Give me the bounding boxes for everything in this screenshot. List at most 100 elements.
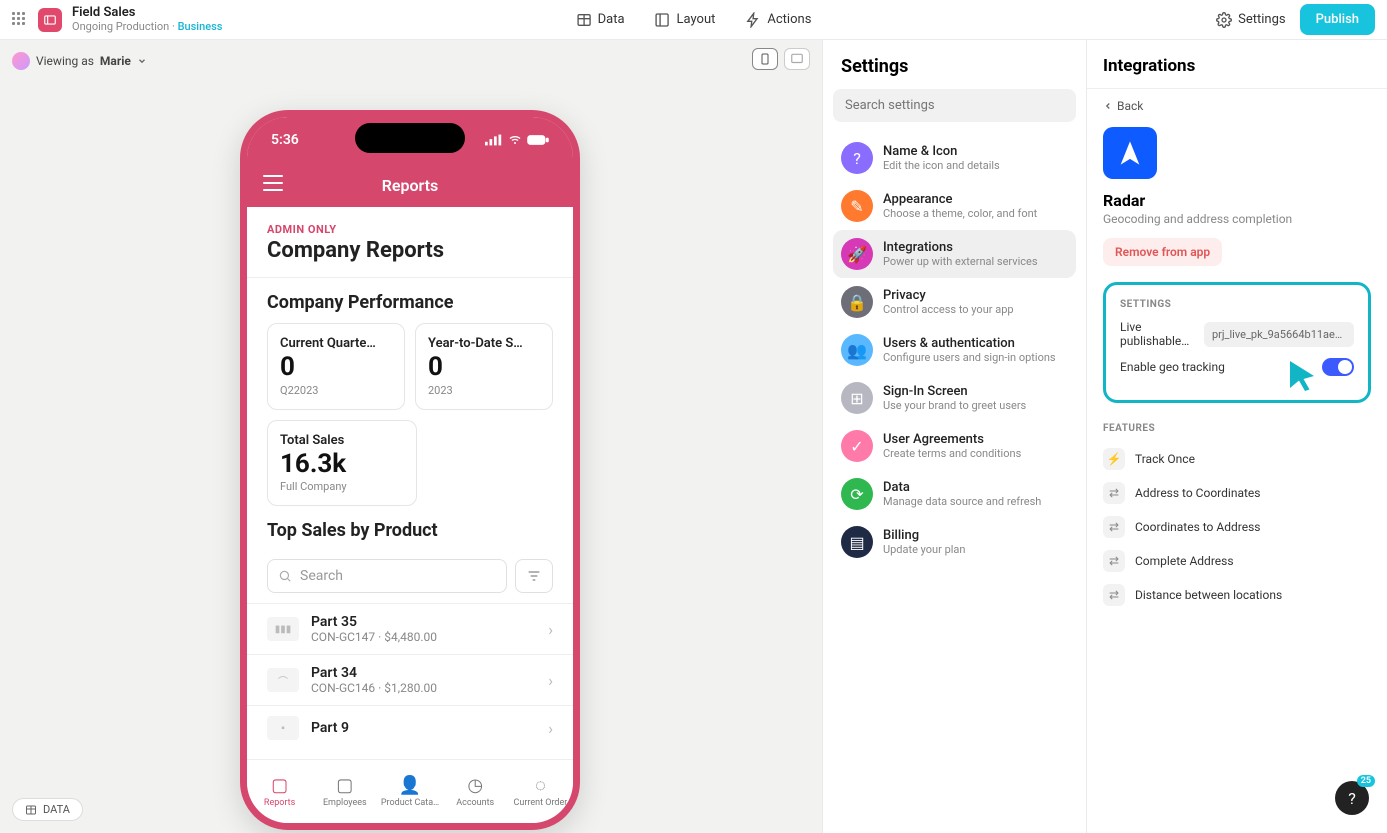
settings-item-desc: Create terms and conditions xyxy=(883,447,1021,460)
feature-item[interactable]: ⇄ Coordinates to Address xyxy=(1103,510,1371,544)
settings-item-name-icon[interactable]: ? Name & Icon Edit the icon and details xyxy=(833,134,1076,182)
list-item[interactable]: ▪ Part 9 › xyxy=(247,705,573,750)
tab-product-catalog[interactable]: 👤Product Cata… xyxy=(377,760,442,823)
settings-item-privacy[interactable]: 🔒 Privacy Control access to your app xyxy=(833,278,1076,326)
kpi-card[interactable]: Current Quarte… 0 Q22023 xyxy=(267,323,405,410)
integration-settings-box: SETTINGS Live publishable… prj_live_pk_9… xyxy=(1103,282,1371,403)
nav-layout[interactable]: Layout xyxy=(655,12,716,28)
settings-item-sign-in-screen[interactable]: ⊞ Sign-In Screen Use your brand to greet… xyxy=(833,374,1076,422)
settings-item-icon: 👥 xyxy=(841,334,873,366)
list-sub: CON-GC147 · $4,480.00 xyxy=(311,630,536,644)
avatar-icon xyxy=(12,52,30,70)
kpi-sub: 2023 xyxy=(428,384,540,397)
settings-item-title: Billing xyxy=(883,528,965,543)
order-icon: ◌ xyxy=(535,775,546,796)
apps-grid-icon[interactable] xyxy=(12,12,28,28)
nav-actions[interactable]: Actions xyxy=(745,12,811,28)
nav-data[interactable]: Data xyxy=(576,12,625,28)
signal-icon xyxy=(485,134,503,146)
tablet-icon xyxy=(789,52,805,66)
chevron-right-icon: › xyxy=(548,620,553,639)
list-item[interactable]: ▮▮▮ Part 35CON-GC147 · $4,480.00 › xyxy=(247,603,573,654)
back-button[interactable]: Back xyxy=(1103,99,1371,113)
viewing-as-chip[interactable]: Viewing as Marie xyxy=(12,52,147,70)
settings-item-billing[interactable]: ▤ Billing Update your plan xyxy=(833,518,1076,566)
admin-badge: ADMIN ONLY xyxy=(247,207,573,238)
kpi-card[interactable]: Year-to-Date S… 0 2023 xyxy=(415,323,553,410)
remove-button[interactable]: Remove from app xyxy=(1103,238,1222,266)
filter-button[interactable] xyxy=(515,559,553,593)
settings-item-appearance[interactable]: ✎ Appearance Choose a theme, color, and … xyxy=(833,182,1076,230)
settings-item-title: User Agreements xyxy=(883,432,1021,447)
feature-item[interactable]: ⚡Track Once xyxy=(1103,442,1371,476)
settings-item-desc: Power up with external services xyxy=(883,255,1038,268)
settings-link[interactable]: Settings xyxy=(1216,12,1285,28)
integration-desc: Geocoding and address completion xyxy=(1103,212,1371,226)
chevron-right-icon: › xyxy=(548,671,553,690)
notch-icon xyxy=(355,123,465,153)
kpi-card[interactable]: Total Sales 16.3k Full Company xyxy=(267,420,417,507)
publish-button[interactable]: Publish xyxy=(1300,4,1375,35)
tab-current-order[interactable]: ◌Current Order xyxy=(508,760,573,823)
accounts-icon: ◷ xyxy=(467,775,483,796)
feature-label: Coordinates to Address xyxy=(1135,520,1260,534)
settings-item-desc: Use your brand to greet users xyxy=(883,399,1026,412)
list-title: Part 9 xyxy=(311,720,536,736)
settings-item-title: Integrations xyxy=(883,240,1038,255)
settings-item-user-agreements[interactable]: ✓ User Agreements Create terms and condi… xyxy=(833,422,1076,470)
feature-item[interactable]: ⇄Distance between locations xyxy=(1103,578,1371,612)
catalog-icon: 👤 xyxy=(399,775,421,796)
feature-label: Complete Address xyxy=(1135,554,1234,568)
settings-heading: Settings xyxy=(833,56,1076,89)
data-pill-button[interactable]: DATA xyxy=(12,798,83,821)
feature-icon: ⇄ xyxy=(1103,550,1125,572)
settings-search-input[interactable] xyxy=(833,89,1076,122)
settings-item-desc: Configure users and sign-in options xyxy=(883,351,1056,364)
kpi-label: Current Quarte… xyxy=(280,336,392,351)
product-thumb-icon: ▮▮▮ xyxy=(267,617,299,641)
list-title: Part 34 xyxy=(311,665,536,681)
settings-sidebar: Settings ? Name & Icon Edit the icon and… xyxy=(822,40,1087,833)
app-title-block: Field Sales Ongoing Production · Busines… xyxy=(72,6,222,32)
feature-icon: ⇄ xyxy=(1103,516,1125,538)
settings-item-users-authentication[interactable]: 👥 Users & authentication Configure users… xyxy=(833,326,1076,374)
tab-employees[interactable]: ▢Employees xyxy=(312,760,377,823)
viewing-prefix: Viewing as xyxy=(36,54,94,68)
settings-section-label: SETTINGS xyxy=(1120,299,1354,310)
settings-item-icon: ▤ xyxy=(841,526,873,558)
search-input[interactable]: Search xyxy=(267,559,507,593)
settings-item-title: Sign-In Screen xyxy=(883,384,1026,399)
settings-item-data[interactable]: ⟳ Data Manage data source and refresh xyxy=(833,470,1076,518)
device-tablet-button[interactable] xyxy=(784,48,810,70)
filter-icon xyxy=(526,568,542,584)
settings-item-icon: ✎ xyxy=(841,190,873,222)
settings-item-icon: ✓ xyxy=(841,430,873,462)
gear-icon xyxy=(1216,12,1232,28)
layout-icon xyxy=(655,12,671,28)
product-thumb-icon: ⌒ xyxy=(267,668,299,692)
phone-tab-bar: ▢Reports ▢Employees 👤Product Cata… ◷Acco… xyxy=(247,759,573,823)
product-list: ▮▮▮ Part 35CON-GC147 · $4,480.00 › ⌒ Par… xyxy=(247,603,573,750)
settings-item-icon: ⊞ xyxy=(841,382,873,414)
list-item[interactable]: ⌒ Part 34CON-GC146 · $1,280.00 › xyxy=(247,654,573,705)
feature-icon: ⚡ xyxy=(1103,448,1125,470)
settings-item-integrations[interactable]: 🚀 Integrations Power up with external se… xyxy=(833,230,1076,278)
settings-item-title: Privacy xyxy=(883,288,1014,303)
device-phone-button[interactable] xyxy=(752,48,778,70)
help-button[interactable]: ? 25 xyxy=(1335,781,1369,815)
app-subtitle: Ongoing Production · Business xyxy=(72,21,222,33)
bolt-icon xyxy=(745,12,761,28)
app-logo-icon xyxy=(38,8,62,32)
feature-item[interactable]: ⇄Address to Coordinates xyxy=(1103,476,1371,510)
top-nav: Data Layout Actions xyxy=(576,12,812,28)
tab-reports[interactable]: ▢Reports xyxy=(247,760,312,823)
feature-item[interactable]: ⇄ Complete Address xyxy=(1103,544,1371,578)
tab-accounts[interactable]: ◷Accounts xyxy=(443,760,508,823)
list-title: Part 35 xyxy=(311,614,536,630)
phone-preview: 5:36 Reports ADMIN ONLY Company Reports … xyxy=(240,110,580,830)
help-badge: 25 xyxy=(1357,775,1375,787)
geo-tracking-toggle[interactable] xyxy=(1322,358,1354,376)
api-key-field[interactable]: prj_live_pk_9a5664b11ae65… xyxy=(1204,322,1354,347)
hamburger-icon[interactable] xyxy=(263,175,283,191)
battery-icon xyxy=(527,134,549,146)
